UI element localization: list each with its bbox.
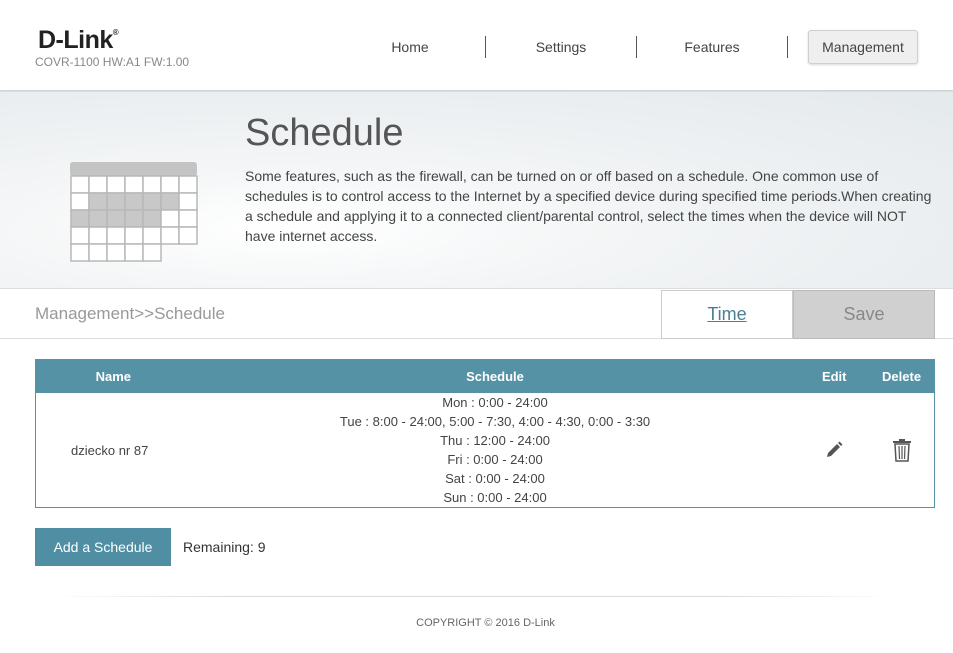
copyright: COPYRIGHT © 2016 D-Link bbox=[416, 617, 555, 629]
trash-icon[interactable] bbox=[892, 438, 912, 462]
schedule-table: Name Schedule Edit Delete dziecko nr 87 … bbox=[35, 359, 935, 508]
nav-divider bbox=[787, 36, 788, 58]
schedule-line-tue: Tue : 8:00 - 24:00, 5:00 - 7:30, 4:00 - … bbox=[339, 414, 651, 429]
nav-features[interactable]: Features bbox=[637, 30, 787, 64]
main-nav: Home Settings Features Management bbox=[335, 30, 918, 64]
schedule-line-sat: Sat : 0:00 - 24:00 bbox=[445, 471, 545, 486]
breadcrumb-bar: Management>>Schedule Time Save bbox=[0, 288, 953, 339]
schedule-line-thu: Thu : 12:00 - 24:00 bbox=[440, 433, 550, 448]
logo-text: D-Link bbox=[38, 26, 113, 54]
remaining-count: Remaining: 9 bbox=[183, 539, 266, 555]
nav-settings[interactable]: Settings bbox=[486, 30, 636, 64]
column-header-delete: Delete bbox=[882, 369, 922, 384]
nav-home[interactable]: Home bbox=[335, 30, 485, 64]
breadcrumb: Management>>Schedule bbox=[35, 304, 225, 323]
page-description: Some features, such as the firewall, can… bbox=[245, 168, 932, 244]
schedule-line-fri: Fri : 0:00 - 24:00 bbox=[447, 452, 543, 467]
column-header-schedule: Schedule bbox=[466, 369, 524, 384]
table-row: dziecko nr 87 Mon : 0:00 - 24:00 Tue : 8… bbox=[36, 393, 934, 507]
nav-management[interactable]: Management bbox=[808, 30, 918, 64]
column-header-edit: Edit bbox=[821, 369, 847, 384]
calendar-icon bbox=[70, 162, 198, 271]
footer-divider bbox=[55, 596, 895, 597]
page-title: Schedule bbox=[245, 112, 404, 154]
model-info: COVR-1100 HW:A1 FW:1.00 bbox=[35, 55, 190, 69]
delete-cell bbox=[869, 438, 934, 462]
pencil-icon[interactable] bbox=[824, 440, 844, 460]
add-schedule-button[interactable]: Add a Schedule bbox=[35, 528, 171, 566]
time-button[interactable]: Time bbox=[661, 290, 793, 339]
schedule-times: Mon : 0:00 - 24:00 Tue : 8:00 - 24:00, 5… bbox=[191, 393, 800, 507]
header: D-Link® COVR-1100 HW:A1 FW:1.00 Home Set… bbox=[0, 0, 953, 92]
schedule-line-mon: Mon : 0:00 - 24:00 bbox=[442, 395, 548, 410]
logo-registered-mark: ® bbox=[112, 28, 119, 37]
table-header: Name Schedule Edit Delete bbox=[36, 360, 934, 393]
dlink-logo[interactable]: D-Link® bbox=[38, 26, 119, 55]
save-button[interactable]: Save bbox=[793, 290, 935, 339]
schedule-line-sun: Sun : 0:00 - 24:00 bbox=[443, 490, 547, 505]
schedule-name: dziecko nr 87 bbox=[71, 442, 149, 458]
edit-cell bbox=[799, 440, 869, 460]
column-header-name: Name bbox=[95, 369, 132, 384]
